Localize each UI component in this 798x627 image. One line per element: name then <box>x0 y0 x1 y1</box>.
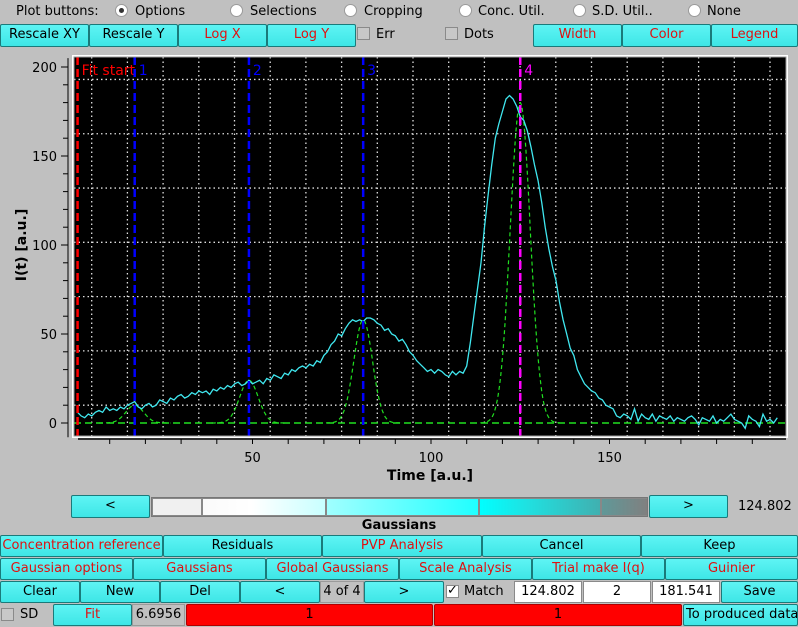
prev-gaussian-button[interactable]: < <box>240 581 320 603</box>
del-button[interactable]: Del <box>160 581 240 603</box>
scroll-segment <box>153 499 201 515</box>
legend-button[interactable]: Legend <box>711 24 798 47</box>
match-checkbox[interactable] <box>446 583 459 598</box>
log-x-button[interactable]: Log X <box>178 24 267 47</box>
progress-bar-1: 1 <box>186 604 433 626</box>
chart[interactable]: Fit start 1 2 3 4 0 50 100 150 200 50 100 150 Time [a… <box>0 47 798 492</box>
y-axis-label: I(t) [a.u.] <box>14 209 30 281</box>
scroll-value: 124.802 <box>738 499 792 514</box>
y-tick-label: 0 <box>49 417 57 432</box>
sd-checkbox[interactable] <box>1 608 14 621</box>
global-gaussians-button[interactable]: Global Gaussians <box>266 558 399 580</box>
radio-none[interactable] <box>688 4 701 17</box>
err-checkbox[interactable] <box>357 27 370 40</box>
sd-label: SD <box>20 607 39 622</box>
fit-value: 6.6956 <box>132 604 185 626</box>
scroll-segment <box>480 499 600 515</box>
y-tick-label: 100 <box>32 239 57 254</box>
scroll-prev-button[interactable]: < <box>71 495 150 518</box>
gaussian-counter: 4 of 4 <box>320 581 364 603</box>
scroll-track[interactable] <box>151 497 648 517</box>
radio-cropping-label[interactable]: Cropping <box>364 4 423 19</box>
width-field[interactable]: 2 <box>583 581 651 603</box>
scroll-next-button[interactable]: > <box>649 495 728 518</box>
radio-none-label[interactable]: None <box>707 4 741 19</box>
radio-selections-label[interactable]: Selections <box>250 4 317 19</box>
height-field[interactable]: 181.541 <box>652 581 720 603</box>
radio-options[interactable] <box>115 4 128 17</box>
radio-cropping[interactable] <box>344 4 357 17</box>
y-tick-label: 200 <box>32 61 57 76</box>
marker-label: 1 <box>139 63 148 79</box>
center-field[interactable]: 124.802 <box>514 581 582 603</box>
plot-background <box>74 57 786 436</box>
x-tick-label: 50 <box>244 451 261 466</box>
scale-analysis-button[interactable]: Scale Analysis <box>399 558 532 580</box>
next-gaussian-button[interactable]: > <box>364 581 444 603</box>
residuals-button[interactable]: Residuals <box>163 535 322 557</box>
cancel-button[interactable]: Cancel <box>482 535 641 557</box>
match-toggle[interactable]: Match <box>444 581 513 603</box>
gaussian-options-button[interactable]: Gaussian options <box>0 558 133 580</box>
log-y-button[interactable]: Log Y <box>267 24 356 47</box>
y-tick-label: 50 <box>40 328 57 343</box>
marker-label: 3 <box>367 63 376 79</box>
radio-conc-util-label[interactable]: Conc. Util. <box>478 4 545 19</box>
rescale-xy-button[interactable]: Rescale XY <box>0 24 89 47</box>
err-label: Err <box>376 27 395 42</box>
new-button[interactable]: New <box>80 581 160 603</box>
clear-button[interactable]: Clear <box>0 581 80 603</box>
pvp-analysis-button[interactable]: PVP Analysis <box>322 535 482 557</box>
gaussians-button[interactable]: Gaussians <box>133 558 266 580</box>
rescale-y-button[interactable]: Rescale Y <box>89 24 178 47</box>
x-axis-label: Time [a.u.] <box>387 468 473 484</box>
radio-selections[interactable] <box>230 4 243 17</box>
dots-label: Dots <box>464 27 494 42</box>
radio-options-label[interactable]: Options <box>135 4 185 19</box>
radio-conc-util[interactable] <box>459 4 472 17</box>
progress-bar-2: 1 <box>434 604 682 626</box>
x-tick-label: 150 <box>597 451 622 466</box>
color-button[interactable]: Color <box>622 24 711 47</box>
scroll-segment <box>203 499 325 515</box>
y-tick-label: 150 <box>32 150 57 165</box>
radio-sd-util[interactable] <box>573 4 586 17</box>
dots-checkbox[interactable] <box>445 27 458 40</box>
marker-label: Fit start <box>82 63 136 79</box>
to-produced-data-button[interactable]: To produced data <box>683 604 798 626</box>
save-button[interactable]: Save <box>721 581 798 603</box>
gaussians-panel-title: Gaussians <box>361 518 437 533</box>
guinier-button[interactable]: Guinier <box>665 558 798 580</box>
fit-button[interactable]: Fit <box>53 604 132 626</box>
trial-make-iq-button[interactable]: Trial make I(q) <box>532 558 665 580</box>
marker-label: 4 <box>524 63 533 79</box>
radio-sd-util-label[interactable]: S.D. Util.. <box>592 4 653 19</box>
concentration-reference-button[interactable]: Concentration reference <box>0 535 163 557</box>
keep-button[interactable]: Keep <box>641 535 798 557</box>
marker-label: 2 <box>253 63 262 79</box>
width-button[interactable]: Width <box>533 24 622 47</box>
plot-buttons-label: Plot buttons: <box>16 4 99 19</box>
match-label: Match <box>464 584 504 599</box>
scroll-segment <box>327 499 478 515</box>
sd-toggle[interactable]: SD <box>0 604 53 626</box>
plot-buttons-row: Plot buttons: Options Selections Croppin… <box>0 0 798 24</box>
x-tick-label: 100 <box>419 451 444 466</box>
scroll-thumb[interactable] <box>602 499 647 515</box>
